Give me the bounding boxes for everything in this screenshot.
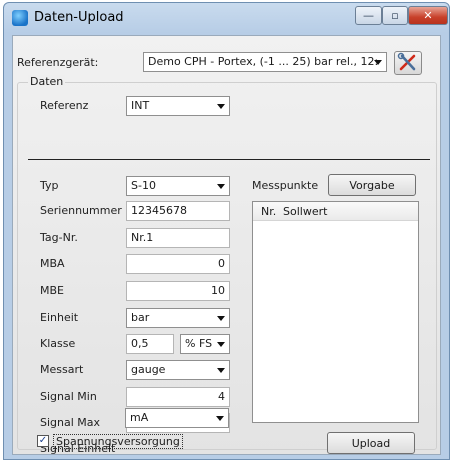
chevron-down-icon (217, 368, 225, 373)
mbe-label: MBE (40, 284, 64, 297)
ref-device-value: Demo CPH - Portex, (-1 ... 25) bar rel.,… (148, 55, 379, 68)
klasse-label: Klasse (40, 337, 76, 350)
chevron-down-icon (217, 342, 225, 347)
messpunkte-list[interactable]: Nr. Sollwert (252, 201, 419, 423)
messart-select[interactable]: gauge (126, 360, 230, 380)
klasse-unit-select[interactable]: % FS (180, 334, 230, 354)
einheit-value: bar (131, 311, 150, 324)
typ-label: Typ (40, 179, 59, 192)
mbe-field[interactable]: 10 (126, 281, 230, 301)
tag-nr-label: Tag-Nr. (40, 231, 78, 244)
vorgabe-button[interactable]: Vorgabe (328, 174, 416, 196)
chevron-down-icon (374, 60, 382, 65)
column-header-sollwert[interactable]: Sollwert (283, 205, 327, 218)
signal-min-field[interactable]: 4 (126, 387, 230, 407)
typ-select[interactable]: S-10 (126, 176, 230, 196)
spannungsversorgung-label[interactable]: Spannungsversorgung (53, 434, 183, 449)
daten-group: Daten Referenz INT Typ S-10 Seriennummer… (17, 75, 437, 455)
seriennummer-field[interactable]: 12345678 (126, 201, 230, 221)
group-title: Daten (28, 75, 66, 88)
ref-device-label: Referenzgerät: (17, 56, 99, 69)
messart-value: gauge (131, 363, 166, 376)
klasse-field[interactable]: 0,5 (126, 334, 174, 354)
ref-device-select[interactable]: Demo CPH - Portex, (-1 ... 25) bar rel.,… (143, 52, 387, 72)
seriennummer-label: Seriennummer (40, 204, 122, 217)
window-title: Daten-Upload (34, 10, 124, 25)
signal-max-label: Signal Max (40, 416, 101, 429)
chevron-down-icon (217, 104, 225, 109)
chevron-down-icon (217, 316, 225, 321)
column-header-nr[interactable]: Nr. (261, 205, 276, 218)
dialog-client-area: Referenzgerät: Demo CPH - Portex, (-1 ..… (12, 35, 441, 455)
settings-tool-button[interactable] (394, 51, 422, 75)
signal-einheit-select[interactable]: mA (125, 408, 229, 428)
klasse-unit-value: % FS (185, 337, 213, 350)
app-icon (12, 10, 28, 26)
referenz-select[interactable]: INT (126, 96, 230, 116)
messpunkte-label: Messpunkte (252, 179, 319, 192)
chevron-down-icon (217, 184, 225, 189)
list-header: Nr. Sollwert (253, 202, 418, 221)
spannungsversorgung-checkbox[interactable]: ✓ (37, 435, 49, 447)
minimize-button[interactable]: — (355, 6, 382, 25)
mba-label: MBA (40, 257, 65, 270)
maximize-button[interactable]: ▫ (382, 6, 408, 25)
signal-einheit-value: mA (130, 411, 149, 424)
referenz-label: Referenz (40, 99, 89, 112)
chevron-down-icon (216, 416, 224, 421)
typ-value: S-10 (131, 179, 156, 192)
signal-min-label: Signal Min (40, 390, 97, 403)
close-button[interactable]: ✕ (408, 6, 448, 25)
einheit-select[interactable]: bar (126, 308, 230, 328)
separator-line (28, 159, 430, 160)
mba-field[interactable]: 0 (126, 254, 230, 274)
referenz-value: INT (131, 99, 150, 112)
messart-label: Messart (40, 363, 84, 376)
upload-button[interactable]: Upload (327, 432, 415, 454)
main-window: Daten-Upload — ▫ ✕ Referenzgerät: Demo C… (3, 2, 450, 460)
title-bar[interactable]: Daten-Upload — ▫ ✕ (4, 3, 449, 33)
wrench-screwdriver-icon (397, 52, 416, 71)
tag-nr-field[interactable]: Nr.1 (126, 228, 230, 248)
einheit-label: Einheit (40, 311, 79, 324)
